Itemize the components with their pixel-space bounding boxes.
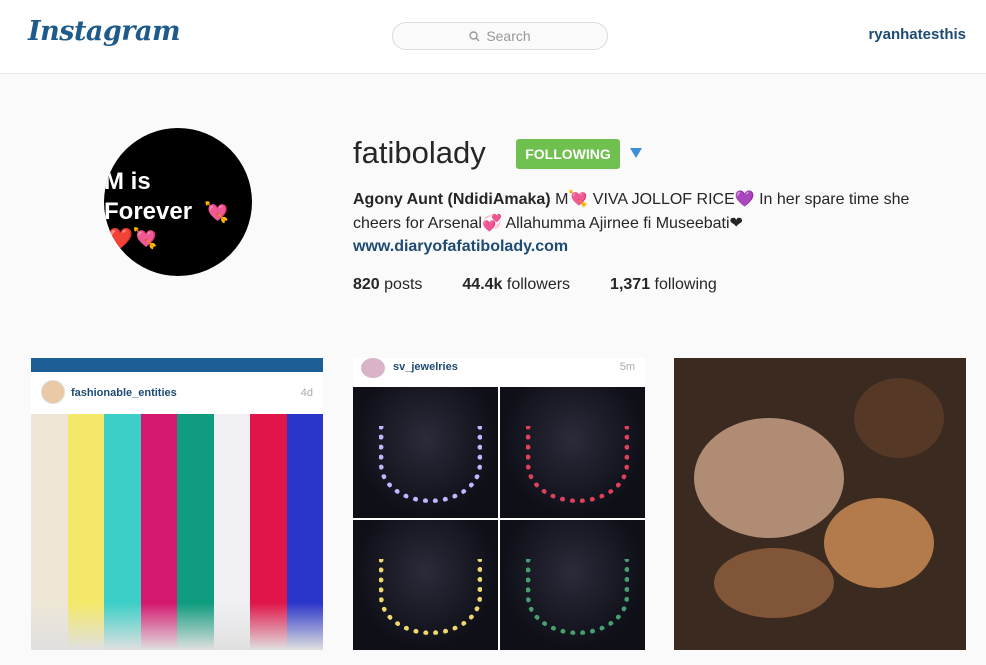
hearts-icon: ❤️💘 bbox=[108, 228, 158, 250]
necklace-image bbox=[353, 387, 498, 518]
following-button[interactable]: Following bbox=[516, 139, 620, 169]
fabric-stripe bbox=[31, 414, 68, 650]
followers-label: followers bbox=[506, 276, 571, 293]
search-placeholder: Search bbox=[486, 28, 531, 44]
suggested-accounts-caret-icon[interactable] bbox=[629, 146, 643, 160]
search-input[interactable]: Search bbox=[392, 22, 608, 50]
profile-username: fatibolady bbox=[353, 135, 486, 170]
post-thumbnail-fabrics[interactable]: fashionable_entities 4d bbox=[31, 358, 323, 650]
food-shape bbox=[714, 548, 834, 618]
fabric-stripe bbox=[213, 414, 250, 650]
profile-avatar: M is Forever 💘 ❤️💘 bbox=[104, 128, 252, 276]
avatar-text-line2: Forever bbox=[104, 198, 193, 225]
following-label: following bbox=[654, 276, 717, 293]
profile-stats: 820 posts 44.4k followers 1,371 followin… bbox=[353, 276, 757, 294]
posts-count: 820 bbox=[353, 276, 380, 293]
avatar-text-line1: M is bbox=[104, 168, 151, 195]
heart-icon: 💘 bbox=[204, 202, 229, 224]
top-navigation-bar: Instagram Search ryanhatesthis bbox=[0, 0, 986, 74]
posts-label: posts bbox=[384, 276, 423, 293]
post-account-avatar bbox=[41, 380, 65, 404]
post-thumbnail-food[interactable] bbox=[674, 358, 966, 650]
food-shape bbox=[854, 378, 944, 458]
instagram-logo[interactable]: Instagram bbox=[28, 16, 181, 47]
post-account-name: sv_jewelries bbox=[393, 361, 458, 373]
search-icon bbox=[469, 30, 480, 41]
profile-website-link[interactable]: www.diaryofafatibolady.com bbox=[353, 238, 568, 256]
fabric-stripe bbox=[286, 414, 323, 650]
followers-stat[interactable]: 44.4k followers bbox=[462, 276, 570, 294]
food-shape bbox=[824, 498, 934, 588]
fabric-stripe bbox=[67, 414, 104, 650]
fabric-stripe bbox=[177, 414, 214, 650]
fabric-stripe bbox=[104, 414, 141, 650]
food-shape bbox=[694, 418, 844, 538]
profile-full-name: Agony Aunt (NdidiAmaka) bbox=[353, 191, 551, 208]
fabric-image bbox=[31, 414, 323, 650]
jewelry-image bbox=[353, 387, 645, 650]
posts-stat: 820 posts bbox=[353, 276, 422, 294]
current-user-link[interactable]: ryanhatesthis bbox=[868, 26, 966, 43]
following-stat[interactable]: 1,371 following bbox=[610, 276, 717, 294]
followers-count: 44.4k bbox=[462, 276, 503, 293]
following-count: 1,371 bbox=[610, 276, 651, 293]
post-thumbnail-jewelry[interactable]: sv_jewelries 5m bbox=[353, 358, 645, 650]
screenshot-status-bar bbox=[31, 358, 323, 372]
necklace-image bbox=[500, 519, 645, 650]
post-time: 4d bbox=[300, 387, 313, 399]
fabric-stripe bbox=[140, 414, 177, 650]
profile-bio: Agony Aunt (NdidiAmaka) M💘 VIVA JOLLOF R… bbox=[353, 188, 943, 236]
post-account-avatar bbox=[361, 358, 385, 378]
fabric-stripe bbox=[250, 414, 287, 650]
necklace-image bbox=[500, 387, 645, 518]
post-time: 5m bbox=[619, 361, 635, 373]
post-account-name: fashionable_entities bbox=[71, 387, 177, 399]
necklace-image bbox=[353, 519, 498, 650]
